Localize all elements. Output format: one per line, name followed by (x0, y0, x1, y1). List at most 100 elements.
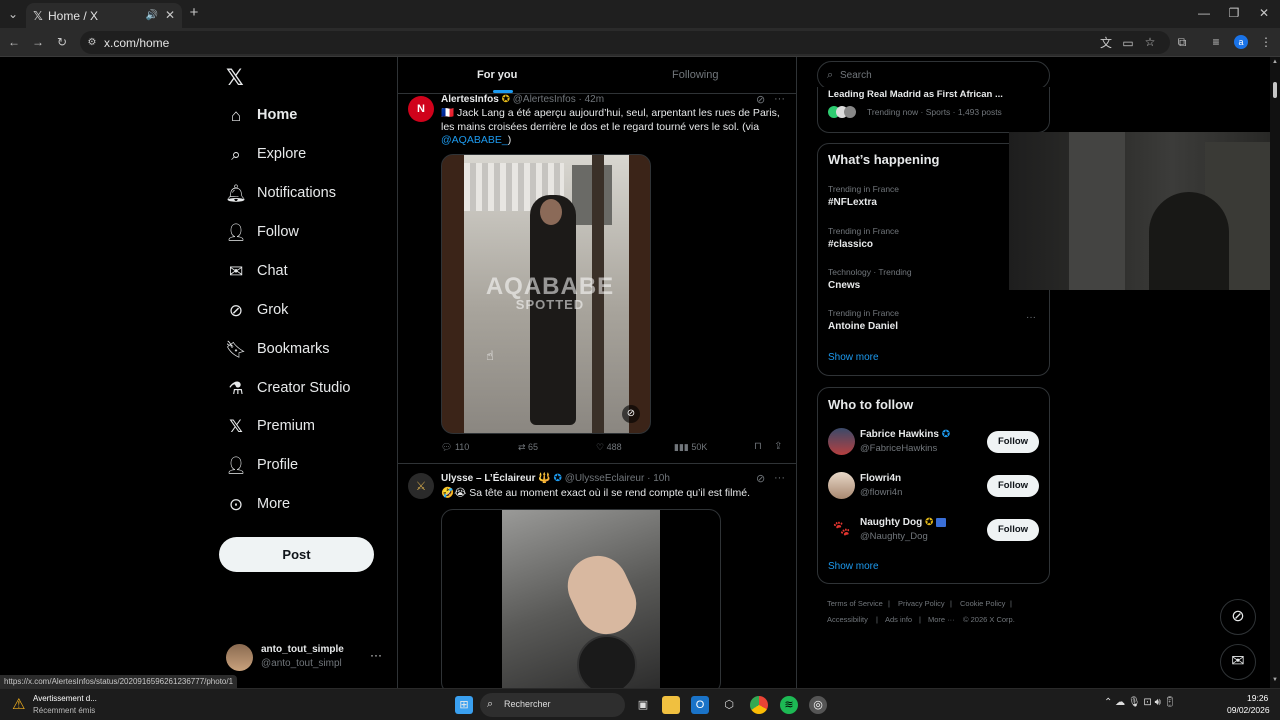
scrollbar-up-icon[interactable]: ▲ (1272, 59, 1278, 65)
tab-following[interactable]: Following (672, 69, 718, 81)
avatar[interactable]: ⚔ (408, 473, 434, 499)
bookmark-icon[interactable]: ⊓ (754, 441, 762, 452)
trend-item[interactable]: Trending in France Antoine Daniel ··· (818, 306, 1049, 344)
new-tab-icon[interactable]: + (186, 5, 202, 20)
app2-icon[interactable]: ◎ (809, 696, 827, 714)
tweet-media[interactable] (441, 509, 721, 688)
taskbar-search[interactable]: ⌕ Rechercher (480, 693, 625, 717)
translate-icon[interactable]: 文 (1098, 36, 1114, 50)
post-button[interactable]: Post (219, 537, 374, 572)
like-button[interactable]: ♡ 488 (596, 442, 622, 453)
minimize-icon[interactable]: — (1196, 6, 1212, 20)
nav-home[interactable]: ⌂ Home (225, 101, 385, 131)
scrollbar-down-icon[interactable]: ▼ (1272, 677, 1278, 683)
author-name[interactable]: AlertesInfos (441, 94, 499, 105)
show-more-link[interactable]: Show more (828, 352, 879, 363)
nav-creator-studio[interactable]: ⚗ Creator Studio (225, 374, 385, 404)
scrollbar[interactable]: ▲ ▼ (1270, 57, 1280, 688)
browser-toolbar: ← → ↻ ⚙ x.com/home 文 ▭ ☆ ⧉ ≡ a ⋮ (0, 28, 1280, 57)
site-info-icon[interactable]: ⚙ (84, 36, 100, 50)
browser-tab[interactable]: 𝕏 Home / X 🔊 ✕ (26, 3, 182, 28)
close-tab-icon[interactable]: ✕ (162, 8, 178, 22)
trend-more-icon[interactable]: ··· (1026, 312, 1036, 323)
spotify-icon[interactable]: ≋ (780, 696, 798, 714)
reply-button[interactable]: 💬︎ 110 (441, 442, 469, 453)
notification-widget[interactable]: ⚠ Avertissement d... Récemment émis (8, 691, 108, 719)
repost-button[interactable]: ⇄ 65 (518, 442, 538, 453)
profile-avatar[interactable]: a (1234, 35, 1248, 49)
menu-icon[interactable]: ⋮ (1258, 35, 1274, 49)
scrollbar-thumb[interactable] (1273, 82, 1277, 98)
grok-icon[interactable]: ⊘ (756, 93, 765, 106)
outlook-icon[interactable]: O (691, 696, 709, 714)
share-icon[interactable]: ⇪ (774, 441, 782, 452)
messages-fab[interactable]: ✉ (1220, 644, 1256, 680)
nav-premium[interactable]: 𝕏 Premium (225, 412, 385, 442)
nav-grok[interactable]: ⊘ Grok (225, 296, 385, 326)
tweet-media[interactable]: AQABABE SPOTTED ⊘ (441, 154, 651, 434)
nav-follow[interactable]: 👤︎ Follow (225, 218, 385, 248)
task-view-icon[interactable]: ▣ (634, 696, 652, 714)
bookmark-star-icon[interactable]: ☆ (1142, 35, 1158, 49)
mention-link[interactable]: @AQABABE_ (441, 134, 508, 146)
forward-icon[interactable]: → (30, 35, 46, 49)
account-more-icon[interactable]: ··· (370, 648, 382, 662)
clock-date[interactable]: 09/02/2026 (1227, 705, 1270, 715)
app-icon[interactable]: ⬡ (720, 696, 738, 714)
footer-link[interactable]: Cookie Policy (960, 599, 1005, 608)
avatar[interactable]: N (408, 96, 434, 122)
nav-explore[interactable]: ⌕ Explore (225, 140, 385, 170)
nav-more[interactable]: ⊙ More (225, 490, 385, 520)
footer-link[interactable]: Accessibility (827, 615, 868, 624)
tray-icons[interactable]: ⌃ ☁ 🎙︎ ⊡ 🔊︎ 🔋︎ (1104, 697, 1176, 708)
tweet-time[interactable]: · 42m (579, 94, 605, 105)
footer-link[interactable]: Ads info (885, 615, 912, 624)
clock-time[interactable]: 19:26 (1247, 693, 1268, 703)
footer-link[interactable]: Terms of Service (827, 599, 883, 608)
nav-profile[interactable]: 👤︎ Profile (225, 451, 385, 481)
file-explorer-icon[interactable] (662, 696, 680, 714)
grok-fab[interactable]: ⊘ (1220, 599, 1256, 635)
windows-start-icon[interactable]: ⊞ (455, 696, 473, 714)
author-name[interactable]: Ulysse – L’Éclaireur 🔱 (441, 473, 551, 484)
nav-notifications[interactable]: 🔔︎ Notifications (225, 179, 385, 209)
tweet[interactable]: N AlertesInfos ✪ @AlertesInfos · 42m ⊘ ·… (398, 93, 796, 464)
footer-link[interactable]: Privacy Policy (898, 599, 945, 608)
extensions-icon[interactable]: ⧉ (1174, 35, 1190, 49)
views-button[interactable]: ▮▮▮ 50K (674, 442, 707, 453)
nav-chat[interactable]: ✉ Chat (225, 257, 385, 287)
follow-suggestion[interactable]: Fabrice Hawkins ✪ @FabriceHawkins Follow (818, 426, 1049, 462)
reload-icon[interactable]: ↻ (54, 35, 70, 49)
speaker-icon[interactable]: 🔊 (144, 9, 160, 23)
tweet-time[interactable]: · 10h (647, 473, 670, 484)
media-icon[interactable]: ≡ (1208, 35, 1224, 49)
show-more-link[interactable]: Show more (828, 561, 879, 572)
close-window-icon[interactable]: ✕ (1256, 6, 1272, 20)
follow-button[interactable]: Follow (987, 431, 1039, 453)
follow-suggestion[interactable]: Flowri4n @flowri4n Follow (818, 470, 1049, 506)
account-switcher[interactable]: anto_tout_simple @anto_tout_simpl ··· (226, 642, 386, 676)
tab-list-icon[interactable]: ⌄ (5, 7, 21, 21)
more-icon[interactable]: ··· (774, 93, 785, 105)
tab-label: Following (672, 69, 719, 81)
x-logo-icon[interactable]: 𝕏 (226, 65, 244, 91)
top-trend-card[interactable]: Leading Real Madrid as First African ...… (817, 87, 1050, 133)
tweet[interactable]: ⚔ Ulysse – L’Éclaireur 🔱 ✪ @UlysseEclair… (398, 465, 796, 688)
follow-button[interactable]: Follow (987, 475, 1039, 497)
address-bar[interactable]: ⚙ x.com/home 文 ▭ ☆ (80, 31, 1170, 54)
search-box[interactable]: ⌕ Search (817, 61, 1050, 90)
author-handle[interactable]: @UlysseEclaireur (565, 473, 645, 484)
follow-suggestion[interactable]: 🐾︎ Naughty Dog ✪ @Naughty_Dog Follow (818, 514, 1049, 550)
tab-for-you[interactable]: For you (477, 69, 517, 81)
cast-icon[interactable]: ▭ (1120, 36, 1136, 50)
more-icon[interactable]: ··· (774, 472, 785, 484)
media-grok-icon[interactable]: ⊘ (622, 405, 640, 423)
restore-icon[interactable]: ❐ (1226, 6, 1242, 20)
nav-bookmarks[interactable]: 🔖︎ Bookmarks (225, 335, 385, 365)
back-icon[interactable]: ← (6, 35, 22, 49)
footer-link[interactable]: More ··· (928, 615, 955, 624)
chrome-icon[interactable] (750, 696, 768, 714)
author-handle[interactable]: @AlertesInfos (513, 94, 576, 105)
follow-button[interactable]: Follow (987, 519, 1039, 541)
grok-icon[interactable]: ⊘ (756, 472, 765, 485)
